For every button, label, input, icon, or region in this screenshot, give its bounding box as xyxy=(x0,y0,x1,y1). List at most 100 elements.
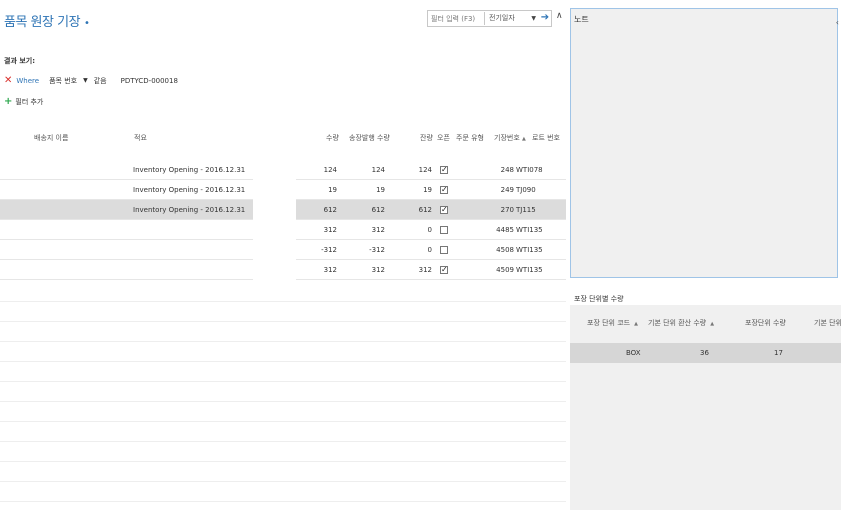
empty-row-divider xyxy=(0,481,566,482)
column-header-invoiced-qty[interactable]: 송장발행 수량 xyxy=(349,133,390,143)
filter-field-value: 전기일자 xyxy=(489,14,515,22)
entry-no-cell: 4509 xyxy=(496,266,514,274)
sort-ascending-icon: ▲ xyxy=(522,136,526,142)
open-checkbox[interactable]: ✓ xyxy=(440,166,448,174)
checkmark-icon: ✓ xyxy=(441,265,448,274)
column-gap xyxy=(253,160,296,181)
quantity-cell: 312 xyxy=(323,266,337,274)
column-header-open[interactable]: 오픈 xyxy=(437,133,450,143)
table-row[interactable]: Inventory Opening - 2016.12.31 124 124 124 2… xyxy=(0,160,566,181)
lot-no-cell: WTI135 xyxy=(516,226,543,234)
description-cell: Inventory Opening - 2016.12.31 xyxy=(133,186,246,194)
quantity-cell: 19 xyxy=(328,186,337,194)
entry-no-cell: 4508 xyxy=(496,246,514,254)
filter-value[interactable]: PDTYCD-000018 xyxy=(121,77,178,85)
filter-box: 전기일자 ▼ ➔ xyxy=(427,10,552,27)
remaining-cell: 19 xyxy=(423,186,432,194)
pack-qty-cell: 17 xyxy=(774,349,783,357)
filter-field[interactable]: 품목 번호 xyxy=(49,76,77,86)
empty-row-divider xyxy=(0,441,566,442)
column-gap xyxy=(253,260,296,281)
quantity-cell: 312 xyxy=(323,226,337,234)
packaging-row[interactable]: BOX 36 17 xyxy=(570,343,841,363)
notes-panel[interactable]: 노트 ‹ xyxy=(570,8,839,278)
column-header-pack-code[interactable]: 포장 단위 코드 ▲ xyxy=(587,318,638,328)
arrow-right-icon[interactable]: ➔ xyxy=(539,11,551,26)
packaging-panel xyxy=(570,305,841,510)
invoiced-qty-cell: -312 xyxy=(369,246,385,254)
empty-row-divider xyxy=(0,501,566,502)
column-header-quantity[interactable]: 수량 xyxy=(326,133,339,143)
open-checkbox[interactable]: ✓ xyxy=(440,266,448,274)
column-gap xyxy=(253,200,296,221)
remaining-cell: 312 xyxy=(418,266,432,274)
column-gap xyxy=(253,220,296,241)
page-title: 품목 원장 기장 • xyxy=(4,11,90,30)
open-checkbox[interactable]: ✓ xyxy=(440,206,448,214)
column-header-base-qty[interactable]: 기본 단위 xyxy=(814,318,841,328)
column-header-remaining[interactable]: 잔량 xyxy=(420,133,433,143)
table-row[interactable]: 312 312 312 4509 WTI135 ✓ xyxy=(0,260,566,281)
table-row[interactable]: 312 312 0 4485 WTI135 xyxy=(0,220,566,241)
lot-no-cell: WTI078 xyxy=(516,166,543,174)
chevron-up-icon[interactable]: ∧ xyxy=(556,11,563,21)
plus-icon: + xyxy=(4,96,13,107)
table-row[interactable]: Inventory Opening - 2016.12.31 19 19 19 249 T… xyxy=(0,180,566,201)
pack-code-cell: BOX xyxy=(626,349,641,357)
column-header-order-type[interactable]: 주문 유형 xyxy=(456,133,484,143)
column-header-pack-qty[interactable]: 포장단위 수량 xyxy=(745,318,786,328)
empty-row-divider xyxy=(0,401,566,402)
checkmark-icon: ✓ xyxy=(441,205,448,214)
empty-row-divider xyxy=(0,361,566,362)
quantity-cell: -312 xyxy=(321,246,337,254)
description-cell: Inventory Opening - 2016.12.31 xyxy=(133,166,246,174)
description-cell: Inventory Opening - 2016.12.31 xyxy=(133,206,246,214)
open-checkbox[interactable] xyxy=(440,226,448,234)
quantity-cell: 612 xyxy=(323,206,337,214)
table-row[interactable]: -312 -312 0 4508 WTI135 xyxy=(0,240,566,261)
sort-ascending-icon: ▲ xyxy=(710,321,715,327)
where-keyword: Where xyxy=(16,76,40,85)
filter-condition: ✕ Where 품목 번호 ▼ 같음 PDTYCD-000018 xyxy=(4,75,178,86)
column-gap xyxy=(253,240,296,261)
page-title-text: 품목 원장 기장 xyxy=(4,15,81,30)
chevron-down-icon[interactable]: ▼ xyxy=(83,77,88,84)
column-header-entry-no[interactable]: 기장번호 xyxy=(494,133,520,143)
open-checkbox[interactable]: ✓ xyxy=(440,186,448,194)
empty-row-divider xyxy=(0,321,566,322)
lot-no-cell: WTI135 xyxy=(516,246,543,254)
packaging-title: 포장 단위별 수량 xyxy=(574,295,624,303)
lot-no-cell: TJ090 xyxy=(516,186,536,194)
base-conv-label: 기본 단위 환산 수량 xyxy=(648,319,707,327)
entry-no-cell: 4485 xyxy=(496,226,514,234)
column-header-ship-name[interactable]: 배송지 이름 xyxy=(34,133,68,143)
remaining-cell: 0 xyxy=(427,246,432,254)
empty-row-divider xyxy=(0,381,566,382)
lot-no-cell: TJ115 xyxy=(516,206,536,214)
chevron-left-icon[interactable]: ‹ xyxy=(836,18,839,27)
filter-operator[interactable]: 같음 xyxy=(94,76,107,86)
remaining-cell: 124 xyxy=(418,166,432,174)
chevron-down-icon: ▼ xyxy=(531,15,536,22)
invoiced-qty-cell: 312 xyxy=(371,226,385,234)
remaining-cell: 612 xyxy=(418,206,432,214)
filter-field-select[interactable]: 전기일자 ▼ xyxy=(485,11,539,26)
invoiced-qty-cell: 312 xyxy=(371,266,385,274)
title-menu-dot[interactable]: • xyxy=(84,18,90,29)
quantity-cell: 124 xyxy=(323,166,337,174)
column-gap xyxy=(253,180,296,201)
checkmark-icon: ✓ xyxy=(441,185,448,194)
filter-input[interactable] xyxy=(428,11,484,26)
sort-ascending-icon: ▲ xyxy=(634,321,638,327)
column-header-lot-no[interactable]: 로트 번호 xyxy=(532,133,560,143)
entry-no-cell: 249 xyxy=(500,186,514,194)
base-conv-cell: 36 xyxy=(700,349,709,357)
column-header-base-conv[interactable]: 기본 단위 환산 수량 ▲ xyxy=(648,318,714,328)
open-checkbox[interactable] xyxy=(440,246,448,254)
close-icon[interactable]: ✕ xyxy=(4,75,12,86)
remaining-cell: 0 xyxy=(427,226,432,234)
add-filter-button[interactable]: + 필터 추가 xyxy=(4,96,43,107)
table-row[interactable]: Inventory Opening - 2016.12.31 612 612 612 2… xyxy=(0,200,566,221)
column-header-description[interactable]: 적요 xyxy=(134,133,147,143)
lot-no-cell: WTI135 xyxy=(516,266,543,274)
